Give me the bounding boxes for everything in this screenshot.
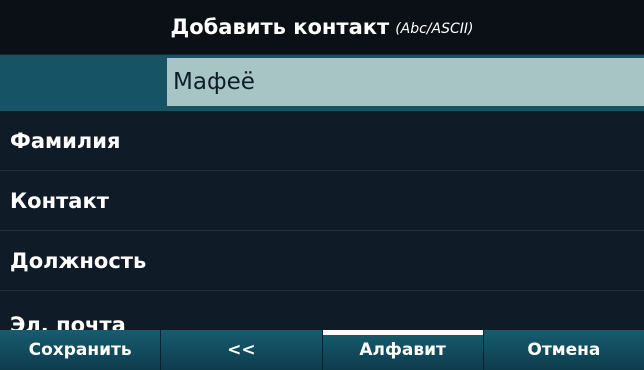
softkey-bar: Сохранить << Алфавит Отмена [0,330,644,370]
field-label-position: Должность [10,248,147,273]
active-indicator [322,330,483,335]
screen-header: Добавить контакт (Abc/ASCII) [0,0,644,55]
save-softkey[interactable]: Сохранить [0,330,162,370]
input-mode-indicator: (Abc/ASCII) [395,20,474,37]
field-row-last-name[interactable]: Фамилия [0,111,644,171]
field-label-last-name: Фамилия [10,128,121,153]
name-input-value: Мафеё [173,69,255,95]
field-row-position[interactable]: Должность [0,231,644,291]
name-input[interactable]: Мафеё [167,58,644,106]
field-row-contact[interactable]: Контакт [0,171,644,231]
alphabet-softkey[interactable]: Алфавит [322,330,484,370]
alphabet-softkey-label: Алфавит [359,340,446,360]
cancel-softkey[interactable]: Отмена [483,330,644,370]
field-label-contact: Контакт [10,188,109,213]
add-contact-screen: Добавить контакт (Abc/ASCII) Мафеё Фамил… [0,0,644,370]
backspace-softkey[interactable]: << [161,330,323,370]
screen-title: Добавить контакт [170,15,390,39]
name-field-row[interactable]: Мафеё [0,55,644,111]
field-row-email[interactable]: Эл. почта [0,291,644,337]
